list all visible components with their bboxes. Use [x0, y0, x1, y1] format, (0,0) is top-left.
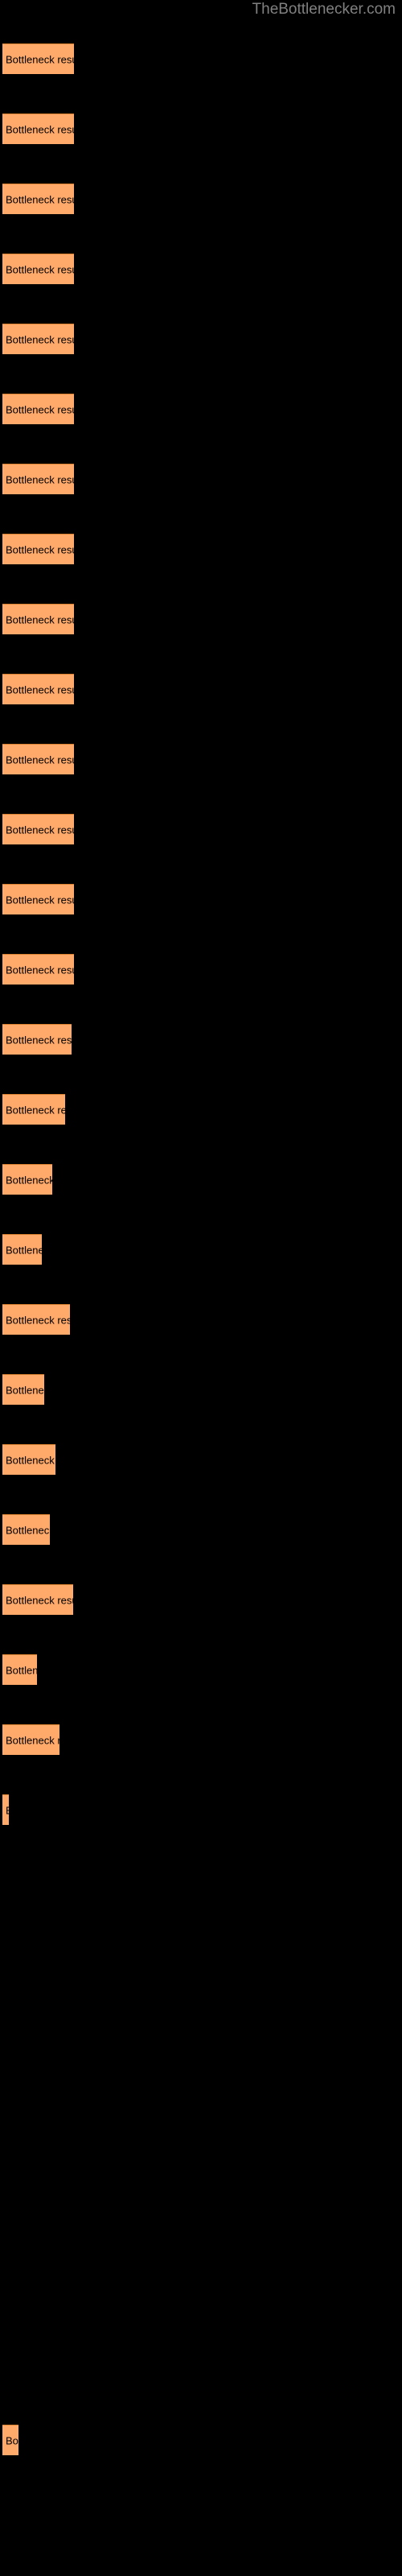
- bar-35[interactable]: Bottleneck result: [2, 2425, 18, 2455]
- bar-23[interactable]: Bottleneck result: [2, 1584, 73, 1615]
- bar-label: Bottleneck result: [6, 613, 74, 625]
- bar-label: Bottleneck result: [6, 53, 74, 65]
- bar-label: Bottleneck result: [6, 1384, 44, 1396]
- bar-label: Bottleneck result: [6, 1664, 37, 1676]
- bar-label: Bottleneck result: [6, 1174, 52, 1186]
- bar-5[interactable]: Bottleneck result: [2, 324, 74, 354]
- bar-22[interactable]: Bottleneck result: [2, 1514, 50, 1545]
- bar-11[interactable]: Bottleneck result: [2, 744, 74, 774]
- bar-6[interactable]: Bottleneck result: [2, 394, 74, 424]
- bar-24[interactable]: Bottleneck result: [2, 1654, 37, 1685]
- bar-label: Bottleneck result: [6, 333, 74, 345]
- bar-1[interactable]: Bottleneck result: [2, 43, 74, 74]
- bar-label: Bottleneck result: [6, 683, 74, 696]
- bar-label: Bottleneck result: [6, 1104, 65, 1116]
- bar-4[interactable]: Bottleneck result: [2, 254, 74, 284]
- bar-label: Bottleneck result: [6, 824, 74, 836]
- bar-label: Bottleneck result: [6, 1804, 9, 1816]
- bar-25[interactable]: Bottleneck result: [2, 1724, 59, 1755]
- bar-9[interactable]: Bottleneck result: [2, 604, 74, 634]
- bar-14[interactable]: Bottleneck result: [2, 954, 74, 985]
- bar-label: Bottleneck result: [6, 1034, 72, 1046]
- bar-label: Bottleneck result: [6, 964, 74, 976]
- bar-18[interactable]: Bottleneck result: [2, 1234, 42, 1265]
- bar-label: Bottleneck result: [6, 753, 74, 766]
- bar-8[interactable]: Bottleneck result: [2, 534, 74, 564]
- bar-label: Bottleneck result: [6, 1594, 73, 1606]
- bar-label: Bottleneck result: [6, 1454, 55, 1466]
- bar-12[interactable]: Bottleneck result: [2, 814, 74, 844]
- bar-2[interactable]: Bottleneck result: [2, 114, 74, 144]
- bar-label: Bottleneck result: [6, 1314, 70, 1326]
- bar-label: Bottleneck result: [6, 894, 74, 906]
- bar-label: Bottleneck result: [6, 1244, 42, 1256]
- bar-label: Bottleneck result: [6, 193, 74, 205]
- bottleneck-bar-chart: Bottleneck result Bottleneck result Bottle…: [0, 0, 402, 2576]
- bar-10[interactable]: Bottleneck result: [2, 674, 74, 704]
- bar-17[interactable]: Bottleneck result: [2, 1164, 52, 1195]
- bar-16[interactable]: Bottleneck result: [2, 1094, 65, 1125]
- bar-label: Bottleneck result: [6, 1524, 50, 1536]
- bar-label: Bottleneck result: [6, 473, 74, 485]
- bar-label: Bottleneck result: [6, 1734, 59, 1746]
- bar-3[interactable]: Bottleneck result: [2, 184, 74, 214]
- bar-label: Bottleneck result: [6, 2434, 18, 2446]
- bar-label: Bottleneck result: [6, 123, 74, 135]
- bar-20[interactable]: Bottleneck result: [2, 1374, 44, 1405]
- bar-7[interactable]: Bottleneck result: [2, 464, 74, 494]
- bar-label: Bottleneck result: [6, 263, 74, 275]
- bar-label: Bottleneck result: [6, 403, 74, 415]
- bar-19[interactable]: Bottleneck result: [2, 1304, 70, 1335]
- bar-13[interactable]: Bottleneck result: [2, 884, 74, 914]
- bar-21[interactable]: Bottleneck result: [2, 1444, 55, 1475]
- bar-15[interactable]: Bottleneck result: [2, 1024, 72, 1055]
- bar-26[interactable]: Bottleneck result: [2, 1794, 9, 1825]
- bar-label: Bottleneck result: [6, 543, 74, 555]
